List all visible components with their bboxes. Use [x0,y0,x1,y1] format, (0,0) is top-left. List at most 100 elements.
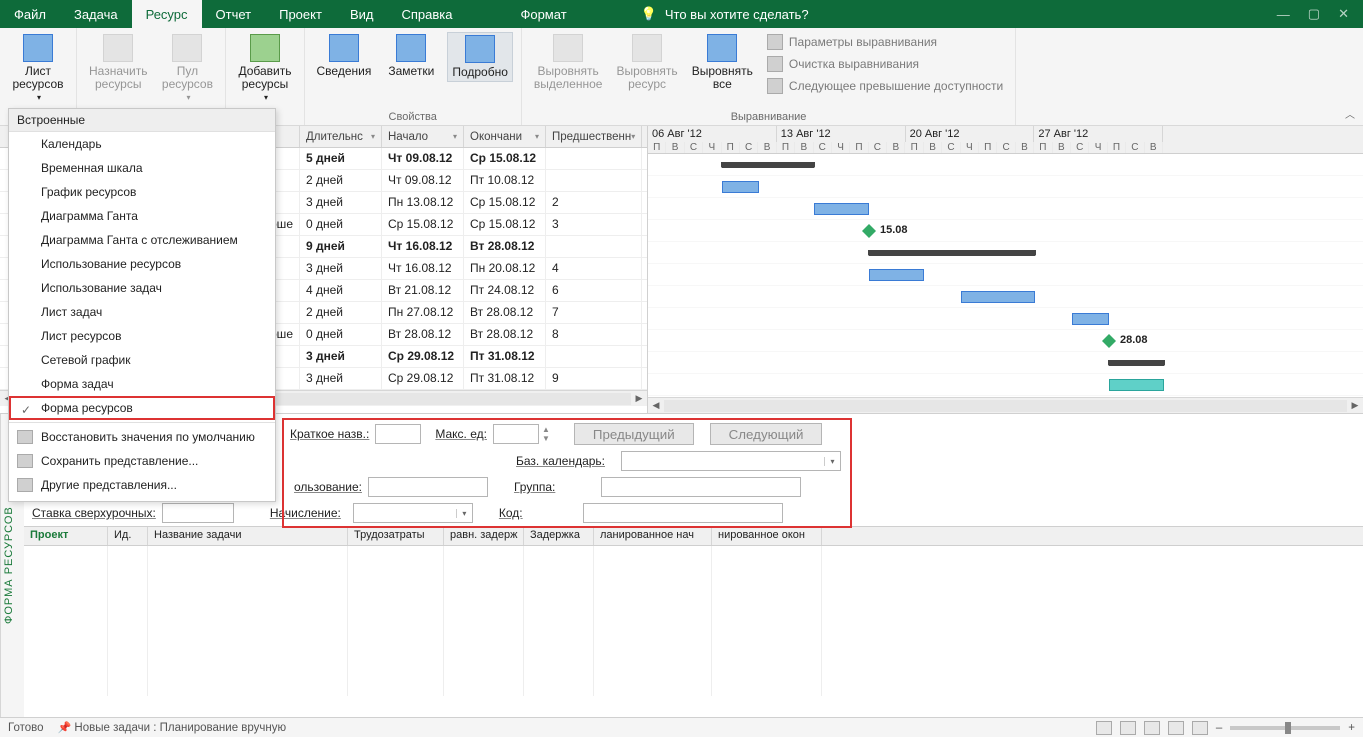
overtime-rate-input[interactable] [162,503,234,523]
dd-network[interactable]: Сетевой график [9,348,275,372]
prev-button[interactable]: Предыдущий [574,423,694,445]
timeline-day-label: В [924,142,942,153]
chevron-down-icon: ▾ [186,91,190,104]
collapse-ribbon-icon[interactable]: ︿ [1345,106,1355,121]
resource-pool-button[interactable]: Пул ресурсов ▾ [157,32,217,106]
level-res-icon [632,34,662,62]
info-label: Сведения [317,65,372,78]
assign-label: Назначить ресурсы [89,65,147,91]
dd-task-form[interactable]: Форма задач [9,372,275,396]
usage-input[interactable] [368,477,488,497]
bgh-work[interactable]: Трудозатраты [348,527,444,545]
bgh-delay[interactable]: Задержка [524,527,594,545]
clear-leveling-button[interactable]: Очистка выравнивания [763,54,1007,74]
view-shortcut-4[interactable] [1168,721,1184,735]
tab-task[interactable]: Задача [60,0,132,28]
next-button[interactable]: Следующий [710,423,823,445]
view-shortcut-1[interactable] [1096,721,1112,735]
col-predecessors[interactable]: Предшественн▾ [546,126,642,147]
tab-project[interactable]: Проект [265,0,336,28]
details-button[interactable]: Подробно [447,32,513,82]
timeline-day-label: С [1126,142,1144,153]
assign-resources-button[interactable]: Назначить ресурсы [85,32,151,106]
timeline-day-label: П [777,142,795,153]
tab-report[interactable]: Отчет [202,0,266,28]
pool-label: Пул ресурсов [162,65,213,91]
leveling-options-button[interactable]: Параметры выравнивания [763,32,1007,52]
gantt-rows[interactable]: 15.08 28.08 [648,154,1363,397]
group-input[interactable] [601,477,801,497]
chevron-down-icon: ▾ [37,91,41,104]
status-bar: Готово Новые задачи : Планирование вручн… [0,717,1363,737]
dd-timeline[interactable]: Временная шкала [9,156,275,180]
next-overallocation-button[interactable]: Следующее превышение доступности [763,76,1007,96]
tab-file[interactable]: Файл [0,0,60,28]
zoom-slider[interactable] [1230,726,1340,730]
minimize-icon[interactable]: — [1277,7,1290,22]
view-shortcut-3[interactable] [1144,721,1160,735]
notes-icon [396,34,426,62]
dd-more-label: Другие представления... [41,478,177,492]
short-name-input[interactable] [375,424,421,444]
zoom-in-icon[interactable]: + [1348,722,1355,734]
milestone-label-1: 15.08 [880,224,908,236]
accrual-combo[interactable]: ▾ [353,503,473,523]
bgh-project[interactable]: Проект [24,527,108,545]
level-resource-button[interactable]: Выровнять ресурс [612,32,681,96]
properties-group-label: Свойства [313,109,513,123]
notes-button[interactable]: Заметки [381,32,441,82]
level-selection-button[interactable]: Выровнять выделенное [530,32,607,96]
dd-tracking-gantt[interactable]: Диаграмма Ганта с отслеживанием [9,228,275,252]
tab-view[interactable]: Вид [336,0,388,28]
clear-label: Очистка выравнивания [789,57,919,71]
bgh-taskname[interactable]: Название задачи [148,527,348,545]
dd-reset-defaults[interactable]: Восстановить значения по умолчанию [9,425,275,449]
col-duration[interactable]: Длительнс▾ [300,126,382,147]
col-start[interactable]: Начало▾ [382,126,464,147]
level-all-button[interactable]: Выровнять все [688,32,757,96]
tab-help[interactable]: Справка [387,0,466,28]
zoom-out-icon[interactable]: – [1216,722,1222,734]
view-shortcut-2[interactable] [1120,721,1136,735]
timeline-day-label: В [666,142,684,153]
tab-format[interactable]: Формат [506,0,580,28]
dd-resource-form[interactable]: ✓Форма ресурсов [9,396,275,420]
short-name-label: Краткое назв.: [290,427,369,441]
dd-resource-usage[interactable]: Использование ресурсов [9,252,275,276]
base-calendar-combo[interactable]: ▾ [621,451,841,471]
col-finish[interactable]: Окончани▾ [464,126,546,147]
dd-gantt[interactable]: Диаграмма Ганта [9,204,275,228]
dd-calendar[interactable]: Календарь [9,132,275,156]
dd-task-usage[interactable]: Использование задач [9,276,275,300]
tell-me[interactable]: Что вы хотите сделать? [641,0,809,28]
timeline-day-label: С [869,142,887,153]
code-input[interactable] [583,503,783,523]
bgh-schedfinish[interactable]: нированное окон [712,527,822,545]
resource-sheet-button[interactable]: Лист ресурсов ▾ [8,32,68,106]
timeline-day-label: В [887,142,905,153]
bgh-id[interactable]: Ид. [108,527,148,545]
timeline-day-label: П [722,142,740,153]
timeline-day-label: Ч [703,142,721,153]
restore-icon[interactable]: ▢ [1308,6,1320,22]
usage-label: ользование: [294,480,362,494]
max-units-input[interactable] [493,424,539,444]
gantt-hscroll[interactable]: ◀▶ [648,397,1363,413]
add-icon [250,34,280,62]
dd-task-sheet[interactable]: Лист задач [9,300,275,324]
dd-save-view[interactable]: Сохранить представление... [9,449,275,473]
timeline-day-label: В [1016,142,1034,153]
add-resources-button[interactable]: Добавить ресурсы ▾ [234,32,295,106]
bgh-levdelay[interactable]: равн. задерж [444,527,524,545]
tab-resource[interactable]: Ресурс [132,0,202,28]
view-shortcut-5[interactable] [1192,721,1208,735]
dd-more-views[interactable]: Другие представления... [9,473,275,497]
close-icon[interactable]: ✕ [1338,6,1349,22]
dd-reset-label: Восстановить значения по умолчанию [41,430,255,444]
assignment-grid-body[interactable] [24,546,1363,696]
information-button[interactable]: Сведения [313,32,376,82]
dd-resource-sheet[interactable]: Лист ресурсов [9,324,275,348]
timeline-day-label: Ч [832,142,850,153]
dd-resource-graph[interactable]: График ресурсов [9,180,275,204]
bgh-schedstart[interactable]: ланированное нач [594,527,712,545]
